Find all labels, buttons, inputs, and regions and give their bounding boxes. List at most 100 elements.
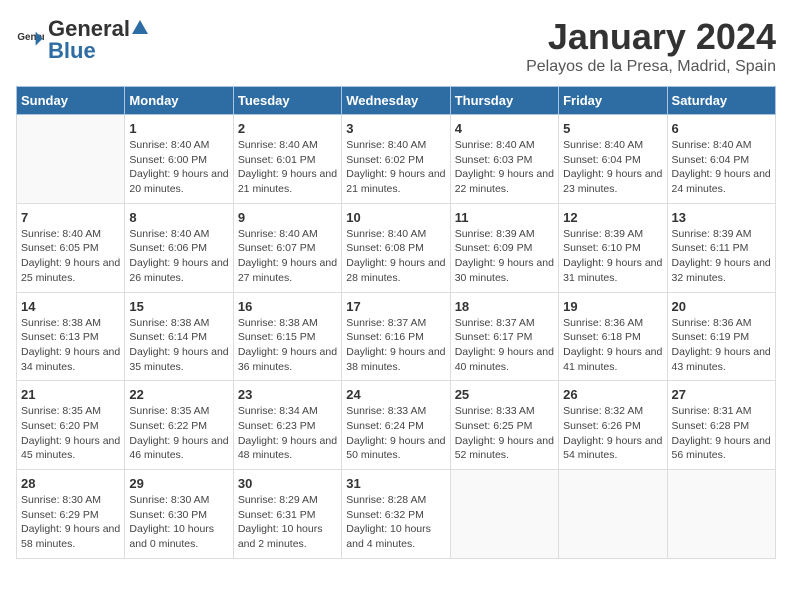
calendar-week-2: 7 Sunrise: 8:40 AM Sunset: 6:05 PM Daylig… <box>17 203 776 292</box>
calendar-cell-3-2: 15 Sunrise: 8:38 AM Sunset: 6:14 PM Dayli… <box>125 292 233 381</box>
weekday-header-sunday: Sunday <box>17 87 125 115</box>
weekday-header-tuesday: Tuesday <box>233 87 341 115</box>
day-number: 18 <box>455 299 554 314</box>
location-title: Pelayos de la Presa, Madrid, Spain <box>526 58 776 76</box>
calendar-cell-3-7: 20 Sunrise: 8:36 AM Sunset: 6:19 PM Dayli… <box>667 292 775 381</box>
day-number: 16 <box>238 299 337 314</box>
calendar-cell-2-4: 10Sunrise: 8:40 AM Sunset: 6:08 PM Dayli… <box>342 203 450 292</box>
day-detail: Sunrise: 8:34 AM Sunset: 6:23 PM Dayligh… <box>238 404 337 463</box>
calendar-cell-1-3: 2 Sunrise: 8:40 AM Sunset: 6:01 PM Daylig… <box>233 115 341 204</box>
calendar-cell-4-3: 23 Sunrise: 8:34 AM Sunset: 6:23 PM Dayli… <box>233 381 341 470</box>
logo-triangle-icon <box>130 18 150 36</box>
day-number: 9 <box>238 210 337 225</box>
weekday-header-monday: Monday <box>125 87 233 115</box>
day-detail: Sunrise: 8:39 AM Sunset: 6:10 PM Dayligh… <box>563 227 662 286</box>
day-number: 14 <box>21 299 120 314</box>
calendar-cell-2-5: 11 Sunrise: 8:39 AM Sunset: 6:09 PM Dayli… <box>450 203 558 292</box>
day-number: 10 <box>346 210 445 225</box>
calendar-cell-3-3: 16 Sunrise: 8:38 AM Sunset: 6:15 PM Dayli… <box>233 292 341 381</box>
calendar-cell-2-1: 7 Sunrise: 8:40 AM Sunset: 6:05 PM Daylig… <box>17 203 125 292</box>
calendar-cell-4-5: 25Sunrise: 8:33 AM Sunset: 6:25 PM Dayli… <box>450 381 558 470</box>
day-detail: Sunrise: 8:38 AM Sunset: 6:15 PM Dayligh… <box>238 316 337 375</box>
calendar-cell-4-4: 24Sunrise: 8:33 AM Sunset: 6:24 PM Dayli… <box>342 381 450 470</box>
day-number: 22 <box>129 387 228 402</box>
logo: General General Blue <box>16 16 150 64</box>
day-number: 2 <box>238 121 337 136</box>
day-detail: Sunrise: 8:35 AM Sunset: 6:22 PM Dayligh… <box>129 404 228 463</box>
day-detail: Sunrise: 8:33 AM Sunset: 6:25 PM Dayligh… <box>455 404 554 463</box>
calendar-week-4: 21Sunrise: 8:35 AM Sunset: 6:20 PM Dayli… <box>17 381 776 470</box>
calendar-cell-3-5: 18 Sunrise: 8:37 AM Sunset: 6:17 PM Dayli… <box>450 292 558 381</box>
weekday-header-thursday: Thursday <box>450 87 558 115</box>
day-detail: Sunrise: 8:36 AM Sunset: 6:18 PM Dayligh… <box>563 316 662 375</box>
day-number: 17 <box>346 299 445 314</box>
calendar-cell-4-2: 22 Sunrise: 8:35 AM Sunset: 6:22 PM Dayli… <box>125 381 233 470</box>
day-detail: Sunrise: 8:40 AM Sunset: 6:00 PM Dayligh… <box>129 138 228 197</box>
calendar-cell-5-3: 30 Sunrise: 8:29 AM Sunset: 6:31 PM Dayli… <box>233 470 341 559</box>
day-detail: Sunrise: 8:30 AM Sunset: 6:29 PM Dayligh… <box>21 493 120 552</box>
calendar-cell-1-7: 6Sunrise: 8:40 AM Sunset: 6:04 PM Daylig… <box>667 115 775 204</box>
calendar-cell-3-6: 19 Sunrise: 8:36 AM Sunset: 6:18 PM Dayli… <box>559 292 667 381</box>
calendar-cell-3-4: 17Sunrise: 8:37 AM Sunset: 6:16 PM Dayli… <box>342 292 450 381</box>
calendar-cell-5-7 <box>667 470 775 559</box>
day-number: 12 <box>563 210 662 225</box>
day-number: 30 <box>238 476 337 491</box>
day-number: 7 <box>21 210 120 225</box>
day-detail: Sunrise: 8:40 AM Sunset: 6:05 PM Dayligh… <box>21 227 120 286</box>
day-detail: Sunrise: 8:36 AM Sunset: 6:19 PM Dayligh… <box>672 316 771 375</box>
day-number: 15 <box>129 299 228 314</box>
day-number: 5 <box>563 121 662 136</box>
calendar-cell-5-6 <box>559 470 667 559</box>
logo-icon: General <box>16 26 44 54</box>
calendar-table: SundayMondayTuesdayWednesdayThursdayFrid… <box>16 86 776 559</box>
day-number: 21 <box>21 387 120 402</box>
calendar-week-1: 1 Sunrise: 8:40 AM Sunset: 6:00 PM Daylig… <box>17 115 776 204</box>
day-number: 3 <box>346 121 445 136</box>
day-detail: Sunrise: 8:30 AM Sunset: 6:30 PM Dayligh… <box>129 493 228 552</box>
day-number: 29 <box>129 476 228 491</box>
day-number: 28 <box>21 476 120 491</box>
day-number: 19 <box>563 299 662 314</box>
day-detail: Sunrise: 8:37 AM Sunset: 6:17 PM Dayligh… <box>455 316 554 375</box>
title-block: January 2024 Pelayos de la Presa, Madrid… <box>526 16 776 76</box>
day-number: 26 <box>563 387 662 402</box>
calendar-cell-1-1 <box>17 115 125 204</box>
calendar-cell-2-3: 9Sunrise: 8:40 AM Sunset: 6:07 PM Daylig… <box>233 203 341 292</box>
day-number: 1 <box>129 121 228 136</box>
weekday-header-friday: Friday <box>559 87 667 115</box>
day-detail: Sunrise: 8:40 AM Sunset: 6:06 PM Dayligh… <box>129 227 228 286</box>
day-number: 6 <box>672 121 771 136</box>
day-number: 13 <box>672 210 771 225</box>
calendar-cell-2-2: 8 Sunrise: 8:40 AM Sunset: 6:06 PM Daylig… <box>125 203 233 292</box>
day-detail: Sunrise: 8:38 AM Sunset: 6:14 PM Dayligh… <box>129 316 228 375</box>
calendar-cell-4-1: 21Sunrise: 8:35 AM Sunset: 6:20 PM Dayli… <box>17 381 125 470</box>
calendar-week-5: 28 Sunrise: 8:30 AM Sunset: 6:29 PM Dayli… <box>17 470 776 559</box>
calendar-cell-2-7: 13Sunrise: 8:39 AM Sunset: 6:11 PM Dayli… <box>667 203 775 292</box>
day-number: 4 <box>455 121 554 136</box>
calendar-cell-2-6: 12 Sunrise: 8:39 AM Sunset: 6:10 PM Dayli… <box>559 203 667 292</box>
calendar-header-row: SundayMondayTuesdayWednesdayThursdayFrid… <box>17 87 776 115</box>
calendar-cell-1-5: 4Sunrise: 8:40 AM Sunset: 6:03 PM Daylig… <box>450 115 558 204</box>
day-detail: Sunrise: 8:31 AM Sunset: 6:28 PM Dayligh… <box>672 404 771 463</box>
day-number: 8 <box>129 210 228 225</box>
calendar-cell-5-1: 28 Sunrise: 8:30 AM Sunset: 6:29 PM Dayli… <box>17 470 125 559</box>
day-detail: Sunrise: 8:40 AM Sunset: 6:04 PM Dayligh… <box>563 138 662 197</box>
day-detail: Sunrise: 8:32 AM Sunset: 6:26 PM Dayligh… <box>563 404 662 463</box>
calendar-cell-3-1: 14 Sunrise: 8:38 AM Sunset: 6:13 PM Dayli… <box>17 292 125 381</box>
day-detail: Sunrise: 8:40 AM Sunset: 6:01 PM Dayligh… <box>238 138 337 197</box>
day-detail: Sunrise: 8:39 AM Sunset: 6:09 PM Dayligh… <box>455 227 554 286</box>
day-number: 31 <box>346 476 445 491</box>
day-number: 20 <box>672 299 771 314</box>
month-title: January 2024 <box>526 16 776 58</box>
day-detail: Sunrise: 8:29 AM Sunset: 6:31 PM Dayligh… <box>238 493 337 552</box>
calendar-cell-1-6: 5 Sunrise: 8:40 AM Sunset: 6:04 PM Daylig… <box>559 115 667 204</box>
day-detail: Sunrise: 8:38 AM Sunset: 6:13 PM Dayligh… <box>21 316 120 375</box>
day-number: 23 <box>238 387 337 402</box>
calendar-cell-5-2: 29 Sunrise: 8:30 AM Sunset: 6:30 PM Dayli… <box>125 470 233 559</box>
page-header: General General Blue January 2024 Pelayo… <box>16 16 776 76</box>
calendar-week-3: 14 Sunrise: 8:38 AM Sunset: 6:13 PM Dayli… <box>17 292 776 381</box>
calendar-cell-4-7: 27 Sunrise: 8:31 AM Sunset: 6:28 PM Dayli… <box>667 381 775 470</box>
calendar-cell-1-4: 3Sunrise: 8:40 AM Sunset: 6:02 PM Daylig… <box>342 115 450 204</box>
day-number: 11 <box>455 210 554 225</box>
day-number: 27 <box>672 387 771 402</box>
